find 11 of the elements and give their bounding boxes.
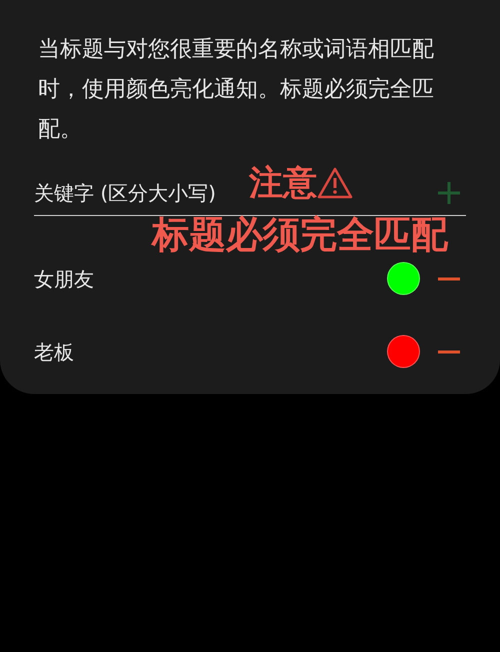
description-text: 当标题与对您很重要的名称或词语相匹配时，使用颜色亮化通知。标题必须完全匹配。: [37, 36, 435, 144]
color-swatch-button[interactable]: [387, 335, 420, 368]
warning-icon: [317, 167, 353, 199]
keyword-label: 女朋友: [34, 266, 95, 292]
color-swatch-button[interactable]: [387, 262, 420, 295]
minus-icon: [438, 350, 460, 354]
annotation-text: 标题必须完全匹配: [152, 214, 448, 256]
keyword-label: 老板: [34, 338, 75, 366]
annotation-text: 注意: [249, 163, 317, 203]
minus-icon: [438, 276, 460, 280]
plus-icon: [437, 180, 461, 204]
